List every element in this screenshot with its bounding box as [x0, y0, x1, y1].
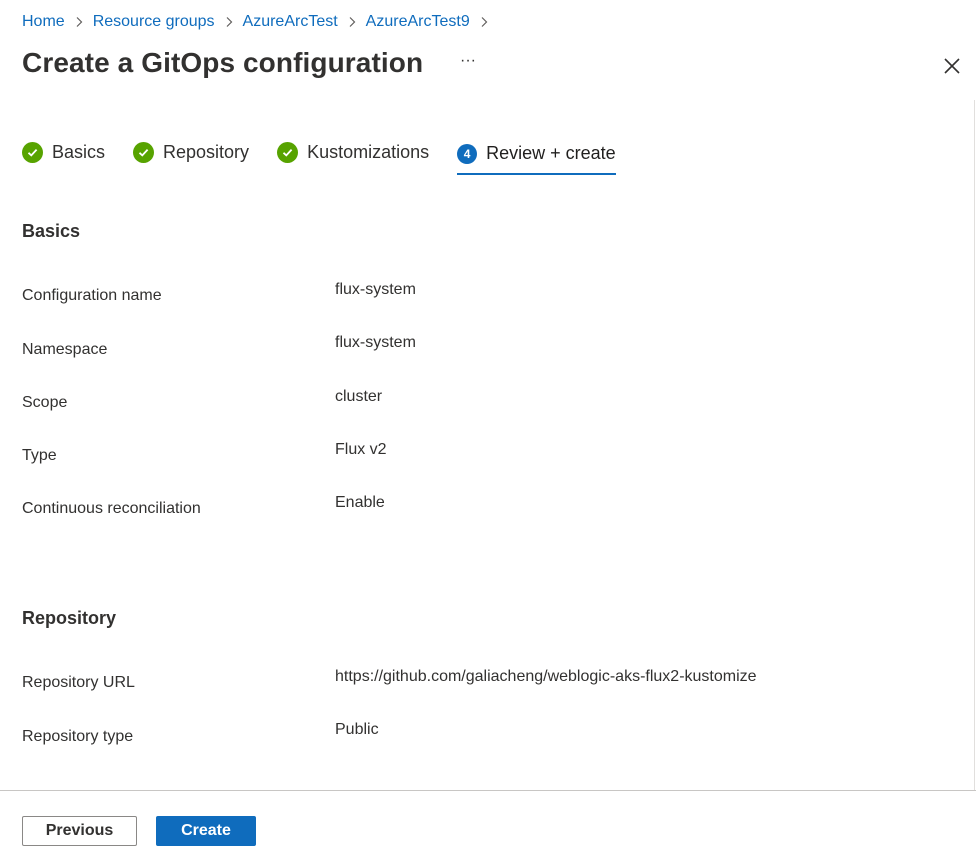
section-heading-repository: Repository [22, 608, 117, 628]
page-title: Create a GitOps configuration [22, 47, 424, 78]
label-repository-url: Repository URL [22, 674, 135, 691]
checkmark-icon [277, 141, 299, 163]
chevron-right-icon [470, 11, 498, 33]
page: Home Resource groups AzureArcTest AzureA… [0, 0, 976, 867]
more-options-button[interactable]: ··· [456, 52, 480, 76]
label-continuous-reconciliation: Continuous reconciliation [22, 500, 201, 517]
wizard-tabs: Basics Repository Kustomizations 4 Revie… [22, 135, 616, 175]
create-button[interactable]: Create [156, 816, 256, 846]
label-namespace: Namespace [22, 341, 108, 358]
chevron-right-icon [215, 11, 243, 33]
active-tab-indicator [457, 173, 616, 175]
tab-repository[interactable]: Repository [133, 135, 249, 169]
close-button[interactable] [938, 52, 966, 80]
close-icon [944, 58, 960, 74]
value-configuration-name: flux-system [335, 281, 416, 298]
section-heading-basics: Basics [22, 221, 81, 241]
label-repository-type: Repository type [22, 728, 134, 745]
value-continuous-reconciliation: Enable [335, 494, 385, 511]
value-namespace: flux-system [335, 334, 416, 351]
previous-button[interactable]: Previous [22, 816, 137, 846]
value-scope: cluster [335, 388, 383, 405]
breadcrumb-azurearctest9[interactable]: AzureArcTest9 [366, 11, 470, 33]
label-scope: Scope [22, 394, 68, 411]
scrollbar-track [974, 100, 975, 790]
checkmark-icon [133, 141, 155, 163]
tab-label: Kustomizations [307, 141, 430, 162]
tab-kustomizations[interactable]: Kustomizations [277, 135, 429, 169]
value-repository-url: https://github.com/galiacheng/weblogic-a… [335, 668, 757, 685]
tab-label: Basics [52, 141, 106, 162]
tab-label: Review + create [486, 143, 616, 163]
chevron-right-icon [338, 11, 366, 33]
tab-label: Repository [163, 141, 250, 162]
tab-basics[interactable]: Basics [22, 135, 105, 169]
checkmark-icon [22, 141, 43, 163]
label-configuration-name: Configuration name [22, 287, 162, 304]
value-type: Flux v2 [335, 441, 387, 458]
value-repository-type: Public [335, 721, 379, 738]
breadcrumb-resource-groups[interactable]: Resource groups [93, 11, 215, 33]
breadcrumb: Home Resource groups AzureArcTest AzureA… [22, 11, 498, 33]
breadcrumb-azurearctest[interactable]: AzureArcTest [243, 11, 338, 33]
label-type: Type [22, 447, 57, 464]
step-number-badge: 4 [457, 143, 478, 164]
breadcrumb-home[interactable]: Home [22, 11, 65, 33]
chevron-right-icon [65, 11, 93, 33]
tab-review-create[interactable]: 4 Review + create [457, 135, 616, 175]
footer-divider [0, 790, 976, 791]
